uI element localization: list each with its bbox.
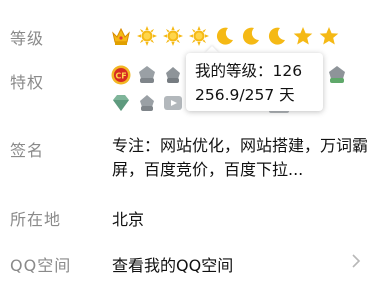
sun-icon[interactable]	[188, 25, 210, 47]
privileges-label: 特权	[10, 73, 45, 92]
privilege-badge-icon[interactable]	[136, 64, 158, 86]
sun-icon[interactable]	[136, 25, 158, 47]
tooltip-level-text: 我的等级：126	[195, 62, 303, 80]
tooltip-days-text: 256.9/257 天	[195, 86, 295, 104]
privileges-icons-row1: CF	[110, 64, 188, 86]
privileges-icons-row2	[110, 92, 188, 114]
diamond-badge-icon[interactable]	[110, 92, 132, 114]
qzone-label: QQ空间	[10, 256, 72, 275]
privileges-icons-row1-tail	[326, 64, 352, 86]
qq-game-badge-icon[interactable]: CF	[110, 64, 132, 86]
tooltip-arrow	[205, 46, 219, 53]
moon-icon[interactable]	[214, 25, 236, 47]
qzone-link[interactable]: 查看我的QQ空间	[112, 252, 233, 276]
signature-label: 签名	[10, 141, 45, 160]
svg-text:CF: CF	[115, 72, 126, 81]
star-icon[interactable]	[292, 25, 314, 47]
level-label: 等级	[10, 29, 45, 48]
moon-icon[interactable]	[266, 25, 288, 47]
signature-text: 专注：网站优化，网站搭建，万词霸屏，百度竞价，百度下拉...	[112, 136, 369, 179]
sun-icon[interactable]	[162, 25, 184, 47]
qzone-row[interactable]: QQ空间 查看我的QQ空间	[0, 252, 391, 276]
level-icons	[110, 25, 344, 47]
location-label: 所在地	[10, 210, 62, 229]
privilege-badge-icon[interactable]	[162, 64, 184, 86]
location-value: 北京	[112, 210, 145, 229]
level-row: 等级	[0, 22, 391, 50]
privilege-badge-icon[interactable]	[136, 92, 158, 114]
crown-icon[interactable]	[110, 25, 132, 47]
chevron-right-icon[interactable]	[351, 253, 361, 274]
privilege-badge-icon[interactable]	[326, 64, 348, 86]
star-icon[interactable]	[318, 25, 340, 47]
level-tooltip: 我的等级：126 256.9/257 天	[186, 53, 323, 111]
video-badge-icon[interactable]	[162, 92, 184, 114]
location-row: 所在地 北京	[0, 206, 391, 230]
moon-icon[interactable]	[240, 25, 262, 47]
